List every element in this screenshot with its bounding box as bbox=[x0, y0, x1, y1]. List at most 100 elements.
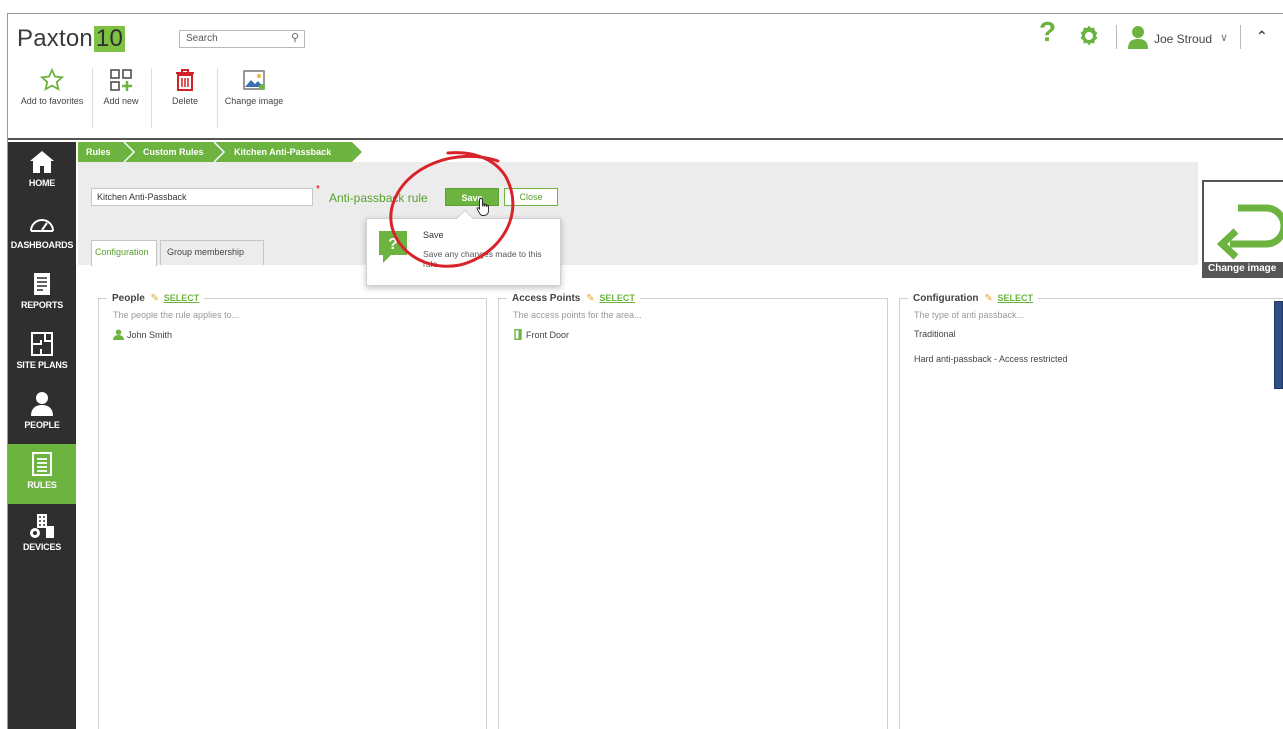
tooltip-title: Save bbox=[423, 230, 444, 240]
sidebar-item-label: REPORTS bbox=[20, 300, 64, 310]
help-question-icon[interactable]: ? bbox=[1039, 18, 1056, 46]
toolbar-separator bbox=[217, 68, 218, 128]
delete-button[interactable]: Delete bbox=[158, 68, 212, 106]
report-icon bbox=[34, 273, 50, 295]
toolbar-label: Add new bbox=[103, 96, 139, 106]
user-name[interactable]: Joe Stroud bbox=[1154, 32, 1212, 46]
rule-name-input[interactable]: Kitchen Anti-Passback bbox=[91, 188, 313, 206]
list-item[interactable]: Front Door bbox=[513, 329, 569, 340]
sidebar-item-label: DEVICES bbox=[22, 542, 62, 552]
add-grid-icon bbox=[110, 69, 132, 91]
app-window: Paxton 10 Search ⚲ ? Joe Stroud ∨ ⌃ Add t… bbox=[7, 13, 1283, 729]
panel-title: People bbox=[112, 293, 145, 304]
breadcrumb-label: Kitchen Anti-Passback bbox=[234, 147, 332, 157]
user-icon[interactable] bbox=[1126, 25, 1150, 49]
change-image-panel[interactable]: Change image bbox=[1202, 180, 1283, 278]
configuration-select-link[interactable]: SELECT bbox=[998, 293, 1034, 303]
header-separator bbox=[1116, 25, 1117, 49]
person-icon bbox=[113, 329, 124, 340]
sidebar-item-label: RULES bbox=[27, 480, 57, 490]
main-content: Kitchen Anti-Passback * Anti-passback ru… bbox=[78, 162, 1283, 729]
add-new-button[interactable]: Add new bbox=[96, 68, 146, 106]
chevron-down-icon[interactable]: ∨ bbox=[1220, 31, 1228, 44]
panel-legend: Access Points ✎ SELECT bbox=[507, 293, 640, 304]
pencil-icon: ✎ bbox=[984, 293, 993, 304]
panel-legend: People ✎ SELECT bbox=[107, 293, 205, 304]
trash-icon bbox=[176, 69, 194, 91]
image-icon bbox=[243, 70, 265, 90]
gauge-icon bbox=[30, 219, 54, 232]
people-select-link[interactable]: SELECT bbox=[164, 293, 200, 303]
sidebar-item-label: DASHBOARDS bbox=[10, 240, 74, 250]
tab-group-membership[interactable]: Group membership bbox=[160, 240, 264, 265]
search-input[interactable]: Search ⚲ bbox=[179, 30, 305, 48]
access-points-select-link[interactable]: SELECT bbox=[599, 293, 635, 303]
configuration-panel: Configuration ✎ SELECT The type of anti … bbox=[899, 293, 1283, 729]
breadcrumb-label: Custom Rules bbox=[143, 147, 204, 157]
rule-form-header: Kitchen Anti-Passback * Anti-passback ru… bbox=[78, 162, 1198, 266]
breadcrumb-separator-icon bbox=[212, 142, 228, 162]
panel-description: The access points for the area... bbox=[513, 310, 642, 320]
sidebar-item-label: PEOPLE bbox=[24, 420, 60, 430]
panel-title: Configuration bbox=[913, 293, 979, 304]
tooltip-text: Save any changes made to this rule. bbox=[423, 249, 542, 269]
star-icon bbox=[40, 68, 64, 91]
svg-text:?: ? bbox=[388, 236, 398, 253]
side-feedback-tab[interactable] bbox=[1274, 301, 1283, 389]
collapse-chevron-icon[interactable]: ⌃ bbox=[1256, 28, 1268, 45]
person-name: John Smith bbox=[127, 330, 173, 340]
devices-icon bbox=[30, 514, 54, 538]
sidebar-item-site-plans[interactable]: SITE PLANS bbox=[8, 324, 76, 384]
rules-icon bbox=[32, 452, 52, 476]
required-marker: * bbox=[316, 184, 320, 195]
sidebar-item-rules[interactable]: RULES bbox=[8, 444, 76, 504]
panel-title: Access Points bbox=[512, 293, 581, 304]
hand-cursor-icon bbox=[476, 198, 489, 216]
config-value: Hard anti-passback - Access restricted bbox=[914, 354, 1068, 364]
close-button[interactable]: Close bbox=[504, 188, 558, 206]
add-to-favorites-button[interactable]: Add to favorites bbox=[17, 68, 87, 106]
search-icon[interactable]: ⚲ bbox=[291, 31, 299, 44]
header: Paxton 10 Search ⚲ ? Joe Stroud ∨ ⌃ Add t… bbox=[8, 14, 1283, 140]
list-item[interactable]: John Smith bbox=[113, 329, 172, 340]
paxton-logo: Paxton 10 bbox=[17, 25, 126, 53]
sidebar-item-devices[interactable]: DEVICES bbox=[8, 506, 76, 566]
config-value: Traditional bbox=[914, 329, 956, 339]
people-panel: People ✎ SELECT The people the rule appl… bbox=[98, 293, 487, 729]
return-arrow-icon bbox=[1216, 204, 1283, 260]
access-point-name: Front Door bbox=[526, 330, 570, 340]
gear-icon[interactable] bbox=[1077, 24, 1101, 48]
sidebar-item-label: HOME bbox=[28, 178, 56, 188]
save-tooltip: ? Save Save any changes made to this rul… bbox=[366, 209, 561, 286]
toolbar-separator bbox=[151, 68, 152, 128]
sidebar: HOME DASHBOARDS REPORTS SITE PLANS PEOPL… bbox=[8, 142, 76, 729]
home-icon bbox=[30, 151, 54, 173]
logo-text: Paxton bbox=[17, 25, 93, 52]
sidebar-item-dashboards[interactable]: DASHBOARDS bbox=[8, 204, 76, 264]
sidebar-item-label: SITE PLANS bbox=[16, 360, 68, 370]
breadcrumb-item-current: Kitchen Anti-Passback bbox=[228, 142, 362, 162]
toolbar-label: Add to favorites bbox=[20, 96, 84, 106]
toolbar-label: Change image bbox=[224, 96, 284, 106]
search-placeholder: Search bbox=[186, 33, 218, 44]
logo-version: 10 bbox=[93, 25, 126, 52]
panel-description: The type of anti passback... bbox=[914, 310, 1025, 320]
panel-description: The people the rule applies to... bbox=[113, 310, 240, 320]
panel-legend: Configuration ✎ SELECT bbox=[908, 293, 1039, 304]
sidebar-item-home[interactable]: HOME bbox=[8, 142, 76, 202]
floorplan-icon bbox=[31, 332, 53, 356]
toolbar-separator bbox=[92, 68, 93, 128]
sidebar-item-people[interactable]: PEOPLE bbox=[8, 384, 76, 444]
tab-configuration[interactable]: Configuration bbox=[91, 240, 157, 266]
help-question-icon: ? bbox=[379, 231, 407, 263]
access-points-panel: Access Points ✎ SELECT The access points… bbox=[498, 293, 888, 729]
pencil-icon: ✎ bbox=[586, 293, 595, 304]
breadcrumb-separator-icon bbox=[122, 142, 138, 162]
sidebar-item-reports[interactable]: REPORTS bbox=[8, 264, 76, 324]
breadcrumb-item-custom-rules[interactable]: Custom Rules bbox=[138, 142, 220, 162]
header-separator bbox=[1240, 25, 1241, 49]
pencil-icon: ✎ bbox=[150, 293, 159, 304]
person-icon bbox=[31, 392, 53, 416]
change-image-button[interactable]: Change image bbox=[222, 68, 286, 106]
change-image-label: Change image bbox=[1204, 262, 1283, 276]
